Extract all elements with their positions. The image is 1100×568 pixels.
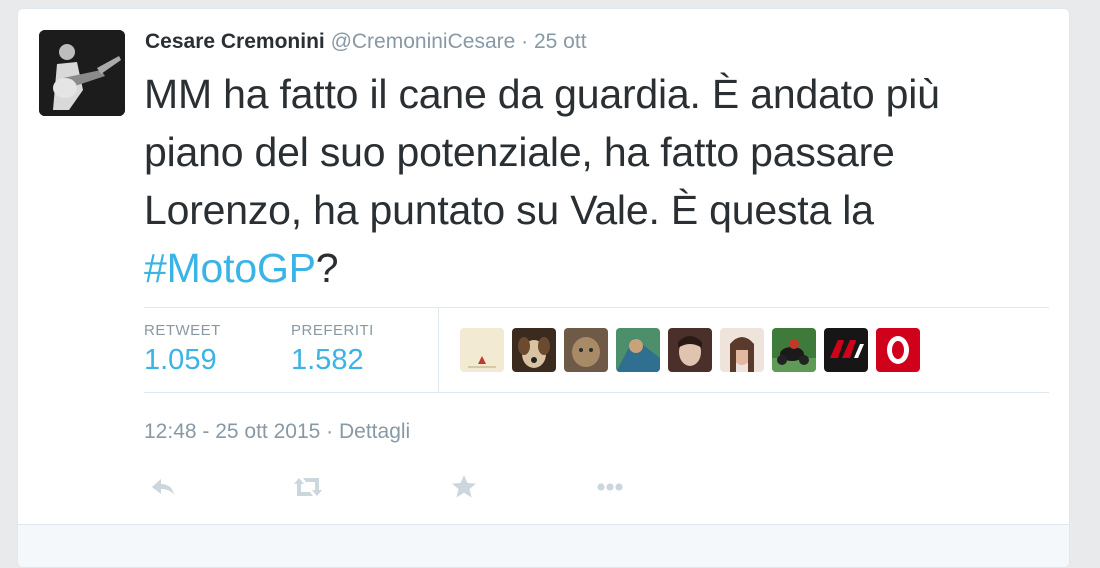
tweet-time-ago[interactable]: 25 ott [534, 30, 587, 53]
avatar-2[interactable] [512, 328, 556, 372]
tweet-text-end: ? [315, 245, 339, 291]
avatar-5[interactable] [668, 328, 712, 372]
avatar-7[interactable] [772, 328, 816, 372]
avatar-3[interactable] [564, 328, 608, 372]
tweet-timestamp-row: 12:48 - 25 ott 2015 · Dettagli [144, 419, 410, 445]
hashtag-link[interactable]: #MotoGP [144, 245, 316, 291]
tweet-header: Cesare Cremonini @CremoniniCesare · 25 o… [145, 29, 587, 55]
avatar-6[interactable] [720, 328, 764, 372]
author-avatar[interactable] [39, 30, 125, 116]
avatar-8[interactable] [824, 328, 868, 372]
favorites-label: PREFERITI [291, 322, 374, 339]
tweet-text: MM ha fatto il cane da guardia. È andato… [144, 65, 1044, 297]
avatar-1[interactable] [460, 328, 504, 372]
retweet-count: 1.059 [144, 344, 217, 376]
reply-icon[interactable] [144, 471, 184, 503]
reply-strip [18, 524, 1069, 567]
tweet-card: Cesare Cremonini @CremoniniCesare · 25 o… [17, 8, 1070, 568]
avatar-4[interactable] [616, 328, 660, 372]
details-link[interactable]: Dettagli [339, 420, 410, 443]
author-username[interactable]: @CremoniniCesare [331, 30, 516, 53]
tweet-stats: RETWEET 1.059 PREFERITI 1.582 [144, 307, 1049, 393]
author-fullname[interactable]: Cesare Cremonini [145, 30, 325, 53]
more-icon[interactable] [590, 471, 630, 503]
stats-divider [438, 308, 439, 392]
retweet-icon[interactable] [288, 471, 328, 503]
retweet-stat[interactable]: RETWEET 1.059 [144, 322, 221, 378]
timestamp-separator: · [326, 420, 334, 443]
favorites-count: 1.582 [291, 344, 364, 376]
favorite-icon[interactable] [444, 471, 484, 503]
tweet-text-body: MM ha fatto il cane da guardia. È andato… [144, 71, 940, 233]
tweet-timestamp[interactable]: 12:48 - 25 ott 2015 [144, 420, 320, 443]
retweet-label: RETWEET [144, 322, 221, 339]
avatar-9[interactable] [876, 328, 920, 372]
header-separator: · [521, 30, 529, 53]
favorites-stat[interactable]: PREFERITI 1.582 [291, 322, 374, 378]
